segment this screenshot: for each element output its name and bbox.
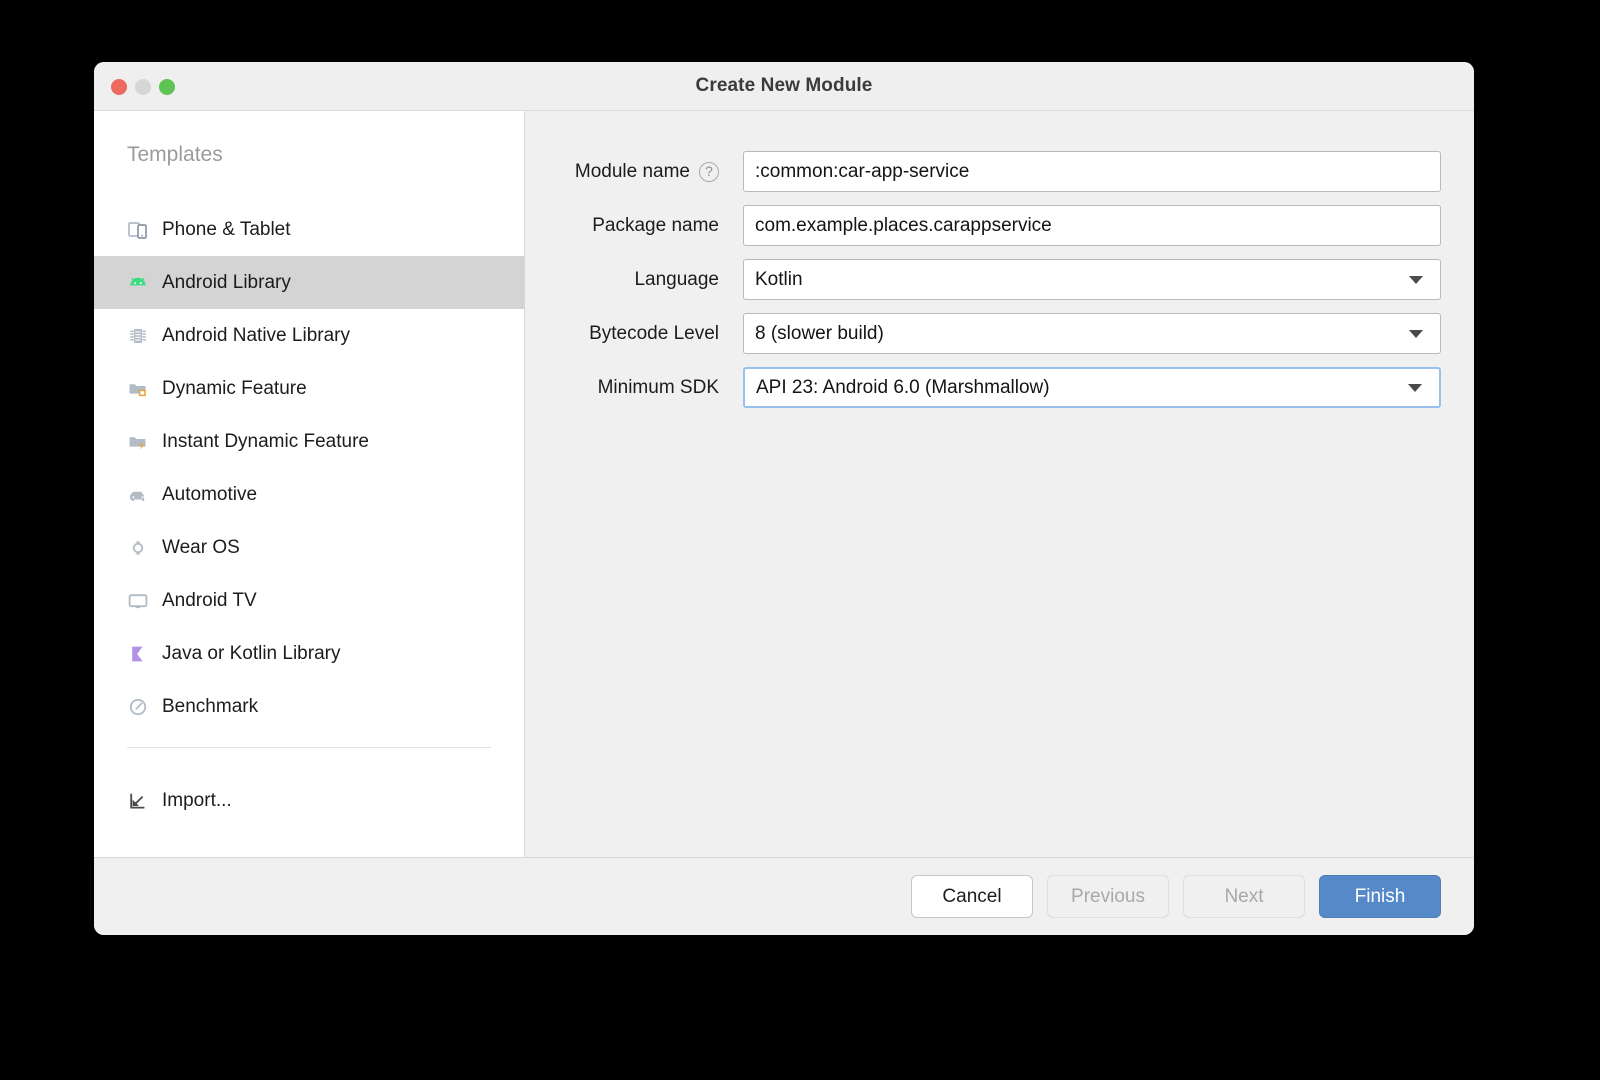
bytecode-level-label-wrap: Bytecode Level — [565, 323, 743, 345]
sidebar-spacer — [94, 733, 524, 747]
module-name-label: Module name — [575, 161, 690, 183]
create-new-module-dialog: Create New Module Templates Phone & Tabl… — [94, 62, 1474, 935]
android-robot-icon — [127, 272, 149, 294]
folder-module-icon — [127, 378, 149, 400]
next-button[interactable]: Next — [1183, 875, 1305, 918]
form-row-module-name: Module name ? :common:car-app-service — [565, 151, 1441, 192]
sidebar-item-wear-os[interactable]: Wear OS — [94, 521, 524, 574]
module-name-value: :common:car-app-service — [755, 161, 1429, 183]
module-form: Module name ? :common:car-app-service Pa… — [525, 111, 1474, 857]
form-row-bytecode-level: Bytecode Level 8 (slower build) — [565, 313, 1441, 354]
sidebar-item-import[interactable]: Import... — [94, 774, 524, 827]
language-value: Kotlin — [755, 269, 1409, 291]
template-list: Phone & Tablet Android Library — [94, 203, 524, 733]
sidebar-item-android-library[interactable]: Android Library — [94, 256, 524, 309]
minimum-sdk-value: API 23: Android 6.0 (Marshmallow) — [756, 377, 1408, 399]
bytecode-level-value: 8 (slower build) — [755, 323, 1409, 345]
chevron-down-icon — [1409, 276, 1423, 284]
page-title: Create New Module — [94, 75, 1474, 97]
zoom-window-button[interactable] — [159, 79, 175, 95]
form-row-language: Language Kotlin — [565, 259, 1441, 300]
chevron-down-icon — [1409, 330, 1423, 338]
traffic-light-group — [111, 62, 175, 111]
title-bar: Create New Module — [94, 62, 1474, 111]
sidebar-item-label: Automotive — [162, 484, 257, 506]
sidebar-item-label: Instant Dynamic Feature — [162, 431, 369, 453]
form-row-package-name: Package name com.example.places.carappse… — [565, 205, 1441, 246]
tv-icon — [127, 590, 149, 612]
import-arrow-icon — [127, 790, 149, 812]
sidebar-item-label: Dynamic Feature — [162, 378, 307, 400]
minimum-sdk-label-wrap: Minimum SDK — [565, 377, 743, 399]
templates-header: Templates — [94, 139, 524, 183]
sidebar-item-java-or-kotlin-library[interactable]: Java or Kotlin Library — [94, 627, 524, 680]
sidebar-item-label: Benchmark — [162, 696, 258, 718]
language-label-wrap: Language — [565, 269, 743, 291]
import-label: Import... — [162, 790, 232, 812]
module-name-label-wrap: Module name ? — [565, 161, 743, 183]
kotlin-chevron-icon — [127, 643, 149, 665]
folder-instant-icon — [127, 431, 149, 453]
sidebar-item-automotive[interactable]: Automotive — [94, 468, 524, 521]
minimum-sdk-select[interactable]: API 23: Android 6.0 (Marshmallow) — [743, 367, 1441, 408]
sidebar-divider — [127, 747, 491, 748]
previous-button[interactable]: Previous — [1047, 875, 1169, 918]
package-name-value: com.example.places.carappservice — [755, 215, 1429, 237]
package-name-input[interactable]: com.example.places.carappservice — [743, 205, 1441, 246]
dialog-footer: Cancel Previous Next Finish — [94, 857, 1474, 935]
chip-icon — [127, 325, 149, 347]
module-name-input[interactable]: :common:car-app-service — [743, 151, 1441, 192]
sidebar-item-label: Android Native Library — [162, 325, 350, 347]
sidebar-item-benchmark[interactable]: Benchmark — [94, 680, 524, 733]
sidebar-item-dynamic-feature[interactable]: Dynamic Feature — [94, 362, 524, 415]
cancel-button[interactable]: Cancel — [911, 875, 1033, 918]
sidebar-item-label: Android Library — [162, 272, 291, 294]
help-icon[interactable]: ? — [699, 162, 719, 182]
sidebar-item-android-native-library[interactable]: Android Native Library — [94, 309, 524, 362]
bytecode-level-label: Bytecode Level — [589, 323, 719, 345]
package-name-label-wrap: Package name — [565, 215, 743, 237]
sidebar-item-android-tv[interactable]: Android TV — [94, 574, 524, 627]
bytecode-level-select[interactable]: 8 (slower build) — [743, 313, 1441, 354]
minimum-sdk-label: Minimum SDK — [598, 377, 719, 399]
sidebar-item-instant-dynamic-feature[interactable]: Instant Dynamic Feature — [94, 415, 524, 468]
sidebar-item-label: Wear OS — [162, 537, 240, 559]
templates-sidebar: Templates Phone & Tablet — [94, 111, 525, 857]
watch-icon — [127, 537, 149, 559]
sidebar-item-label: Java or Kotlin Library — [162, 643, 340, 665]
dialog-body: Templates Phone & Tablet — [94, 111, 1474, 857]
car-icon — [127, 484, 149, 506]
close-window-button[interactable] — [111, 79, 127, 95]
speedometer-icon — [127, 696, 149, 718]
minimize-window-button[interactable] — [135, 79, 151, 95]
chevron-down-icon — [1408, 384, 1422, 392]
form-row-minimum-sdk: Minimum SDK API 23: Android 6.0 (Marshma… — [565, 367, 1441, 408]
sidebar-item-label: Android TV — [162, 590, 257, 612]
sidebar-item-phone-tablet[interactable]: Phone & Tablet — [94, 203, 524, 256]
language-select[interactable]: Kotlin — [743, 259, 1441, 300]
sidebar-item-label: Phone & Tablet — [162, 219, 291, 241]
phone-tablet-icon — [127, 219, 149, 241]
package-name-label: Package name — [592, 215, 719, 237]
language-label: Language — [634, 269, 719, 291]
finish-button[interactable]: Finish — [1319, 875, 1441, 918]
